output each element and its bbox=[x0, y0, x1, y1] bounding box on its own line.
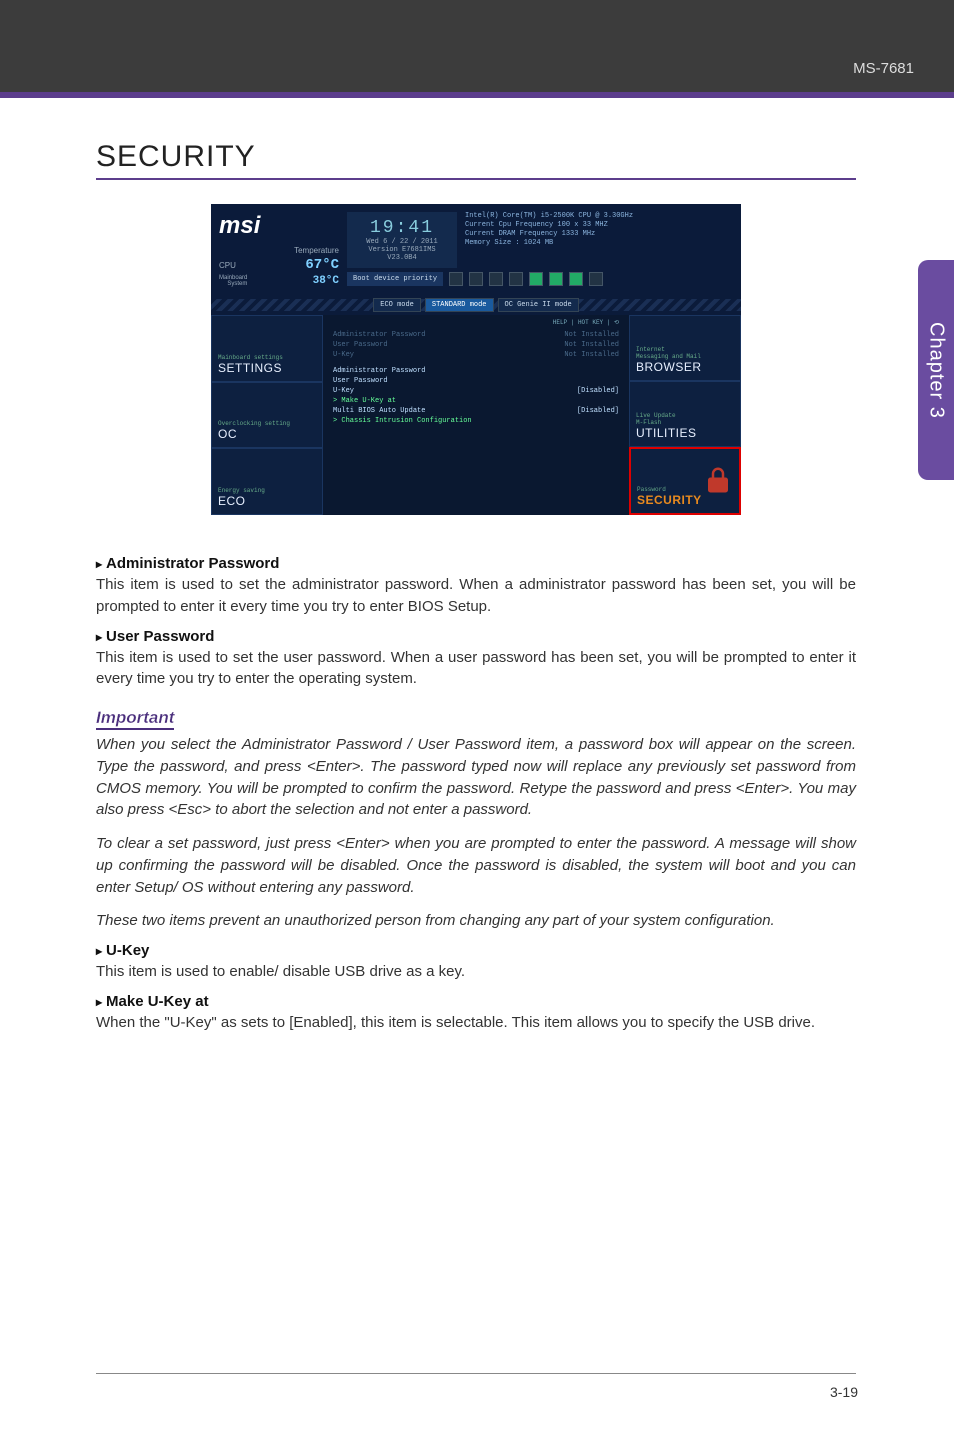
model-label: MS-7681 bbox=[853, 60, 914, 77]
boot-device-icon[interactable] bbox=[469, 272, 483, 286]
ukey-heading: U-Key bbox=[96, 942, 856, 959]
page-header-bar: MS-7681 bbox=[0, 0, 954, 92]
tile-utilities[interactable]: Live Update M-Flash UTILITIES bbox=[629, 381, 741, 447]
status-row: Administrator PasswordNot Installed bbox=[333, 330, 619, 340]
tile-oc[interactable]: Overclocking setting OC bbox=[211, 382, 323, 449]
page-number: 3-19 bbox=[830, 1384, 858, 1400]
boot-device-icon[interactable] bbox=[589, 272, 603, 286]
important-p2: To clear a set password, just press <Ent… bbox=[96, 833, 856, 898]
tile-title: SECURITY bbox=[637, 493, 733, 507]
important-p1: When you select the Administrator Passwo… bbox=[96, 734, 856, 821]
security-options-panel: HELP | HOT KEY | ⟲ Administrator Passwor… bbox=[323, 315, 629, 515]
status-row: User PasswordNot Installed bbox=[333, 340, 619, 350]
menu-multi-bios[interactable]: Multi BIOS Auto Update[Disabled] bbox=[333, 406, 619, 416]
menu-admin-password[interactable]: Administrator Password bbox=[333, 366, 619, 376]
system-label: Mainboard System bbox=[219, 275, 247, 287]
cpu-temp-unit: °C bbox=[322, 257, 339, 273]
boot-priority-row: Boot device priority bbox=[347, 272, 733, 286]
tile-sub: Live Update M-Flash bbox=[636, 412, 734, 426]
oc-genie-mode-button[interactable]: OC Genie II mode bbox=[498, 298, 579, 312]
menu-ukey[interactable]: U-Key[Disabled] bbox=[333, 386, 619, 396]
mode-bar: ECO mode STANDARD mode OC Genie II mode bbox=[211, 299, 741, 311]
user-password-body: This item is used to set the user passwo… bbox=[96, 647, 856, 691]
temperature-label: Temperature bbox=[219, 246, 339, 255]
boot-device-icon[interactable] bbox=[449, 272, 463, 286]
boot-device-usb-icon[interactable] bbox=[549, 272, 563, 286]
header-rule bbox=[0, 92, 954, 98]
chapter-side-tab: Chapter 3 bbox=[918, 260, 954, 480]
clock-date: Wed 6 / 22 / 2011 bbox=[353, 238, 451, 246]
cpu-info-block: Intel(R) Core(TM) i5-2500K CPU @ 3.30GHz… bbox=[465, 212, 733, 268]
chapter-label: Chapter 3 bbox=[925, 322, 948, 419]
clock-time: 19:41 bbox=[353, 218, 451, 238]
admin-password-body: This item is used to set the administrat… bbox=[96, 574, 856, 618]
tile-sub: Mainboard settings bbox=[218, 354, 316, 361]
important-p3: These two items prevent an unauthorized … bbox=[96, 910, 856, 932]
boot-device-usb-icon[interactable] bbox=[569, 272, 583, 286]
make-ukey-heading: Make U-Key at bbox=[96, 993, 856, 1010]
tile-security[interactable]: Password SECURITY bbox=[629, 447, 741, 515]
help-bar: HELP | HOT KEY | ⟲ bbox=[333, 319, 619, 326]
tile-title: OC bbox=[218, 427, 316, 441]
bios-screenshot: msi Temperature CPU 67°C Mainboard Syste… bbox=[211, 204, 741, 515]
bios-version: Version E7681IMS V23.0B4 bbox=[353, 246, 451, 262]
info-line: Current Cpu Frequency 100 x 33 MHZ bbox=[465, 221, 733, 230]
tile-title: ECO bbox=[218, 494, 316, 508]
info-line: Current DRAM Frequency 1333 MHz bbox=[465, 230, 733, 239]
important-heading: Important bbox=[96, 708, 856, 728]
eco-mode-button[interactable]: ECO mode bbox=[373, 298, 421, 312]
system-temp-value: 38°C bbox=[313, 275, 339, 287]
lock-icon bbox=[703, 465, 733, 495]
menu-user-password[interactable]: User Password bbox=[333, 376, 619, 386]
tile-eco[interactable]: Energy saving ECO bbox=[211, 448, 323, 515]
tile-title: SETTINGS bbox=[218, 361, 316, 375]
boot-device-usb-icon[interactable] bbox=[529, 272, 543, 286]
boot-device-icon[interactable] bbox=[489, 272, 503, 286]
tile-sub: Energy saving bbox=[218, 487, 316, 494]
make-ukey-body: When the "U-Key" as sets to [Enabled], t… bbox=[96, 1012, 856, 1034]
menu-chassis-intrusion[interactable]: > Chassis Intrusion Configuration bbox=[333, 416, 619, 426]
tile-sub: Overclocking setting bbox=[218, 420, 316, 427]
tile-title: UTILITIES bbox=[636, 426, 734, 440]
boot-device-icon[interactable] bbox=[509, 272, 523, 286]
cpu-label: CPU bbox=[219, 261, 236, 270]
clock-block: 19:41 Wed 6 / 22 / 2011 Version E7681IMS… bbox=[347, 212, 457, 268]
page-title: SECURITY bbox=[96, 140, 856, 180]
info-line: Memory Size : 1024 MB bbox=[465, 239, 733, 248]
status-row: U-KeyNot Installed bbox=[333, 350, 619, 360]
info-line: Intel(R) Core(TM) i5-2500K CPU @ 3.30GHz bbox=[465, 212, 733, 221]
standard-mode-button[interactable]: STANDARD mode bbox=[425, 298, 494, 312]
tile-settings[interactable]: Mainboard settings SETTINGS bbox=[211, 315, 323, 382]
msi-logo: msi bbox=[219, 212, 339, 240]
ukey-body: This item is used to enable/ disable USB… bbox=[96, 961, 856, 983]
admin-password-heading: Administrator Password bbox=[96, 555, 856, 572]
tile-browser[interactable]: Internet Messaging and Mail BROWSER bbox=[629, 315, 741, 381]
menu-make-ukey[interactable]: > Make U-Key at bbox=[333, 396, 619, 406]
footer-rule bbox=[96, 1373, 856, 1374]
cpu-temp-value: 67 bbox=[305, 257, 322, 273]
tile-sub: Internet Messaging and Mail bbox=[636, 346, 734, 360]
user-password-heading: User Password bbox=[96, 628, 856, 645]
tile-title: BROWSER bbox=[636, 360, 734, 374]
boot-priority-label[interactable]: Boot device priority bbox=[347, 272, 443, 286]
important-label: Important bbox=[96, 708, 174, 730]
